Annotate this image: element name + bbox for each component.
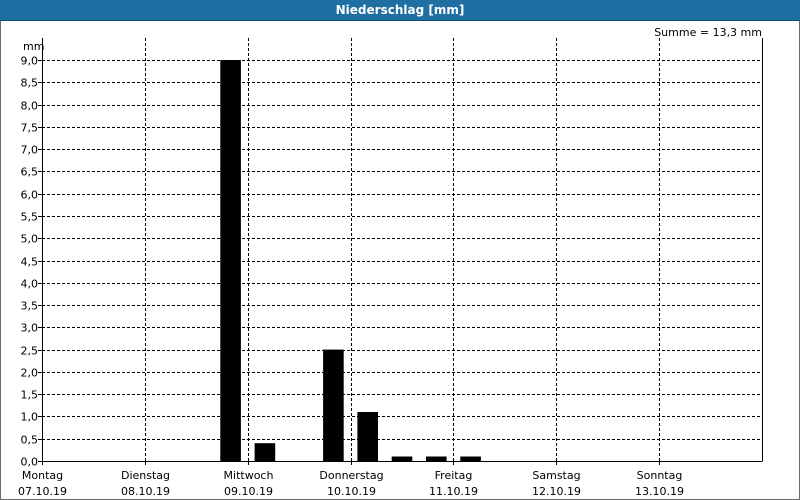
grid bbox=[42, 38, 762, 461]
bar bbox=[357, 412, 378, 461]
x-tick-label-date: 08.10.19 bbox=[121, 485, 170, 498]
y-tick-label: 5,0 bbox=[21, 233, 39, 246]
bar bbox=[323, 349, 344, 461]
axes: 0,0 0,5 1,0 1,5 2,0 2,5 3,0 3,5 4,0 4,5 5,0 5,5 6,0 6… bbox=[18, 38, 763, 498]
y-tick-label: 0,0 bbox=[21, 456, 39, 469]
y-axis-unit: mm bbox=[23, 40, 44, 53]
x-tick-label-date: 10.10.19 bbox=[327, 485, 376, 498]
y-tick-label: 1,0 bbox=[21, 411, 39, 424]
x-tick-label-day: Montag bbox=[22, 469, 63, 482]
y-tick-label: 6,0 bbox=[21, 189, 39, 202]
bar bbox=[426, 456, 447, 461]
y-tick-label: 2,0 bbox=[21, 367, 39, 380]
x-tick-label-day: Samstag bbox=[532, 469, 580, 482]
bar bbox=[460, 456, 481, 461]
y-tick-label: 8,0 bbox=[21, 100, 39, 113]
y-tick-label: 6,5 bbox=[21, 166, 39, 179]
y-tick-label: 7,5 bbox=[21, 122, 39, 135]
y-tick-label: 8,5 bbox=[21, 77, 39, 90]
x-tick-label-date: 07.10.19 bbox=[18, 485, 67, 498]
y-tick-label: 4,5 bbox=[21, 256, 39, 269]
bar bbox=[220, 60, 241, 461]
y-tick-label: 9,0 bbox=[21, 55, 39, 68]
y-tick-label: 4,0 bbox=[21, 278, 39, 291]
y-tick-label: 0,5 bbox=[21, 434, 39, 447]
y-tick-label: 2,5 bbox=[21, 345, 39, 358]
x-tick-label-day: Dienstag bbox=[121, 469, 170, 482]
y-tick-label: 3,5 bbox=[21, 300, 39, 313]
y-tick-label: 5,5 bbox=[21, 211, 39, 224]
y-tick-label: 1,5 bbox=[21, 389, 39, 402]
precipitation-chart: 0,0 0,5 1,0 1,5 2,0 2,5 3,0 3,5 4,0 4,5 5,0 5,5 6,0 6… bbox=[18, 26, 763, 498]
x-tick-label-day: Mittwoch bbox=[224, 469, 274, 482]
y-tick-label: 3,0 bbox=[21, 322, 39, 335]
x-tick-label-date: 12.10.19 bbox=[532, 485, 581, 498]
bar bbox=[254, 443, 276, 461]
x-tick-label-date: 13.10.19 bbox=[635, 485, 684, 498]
x-tick-label-date: 11.10.19 bbox=[429, 485, 478, 498]
x-tick-label-day: Freitag bbox=[435, 469, 473, 482]
bars bbox=[220, 60, 481, 461]
summary-label: Summe = 13,3 mm bbox=[654, 26, 762, 39]
bar bbox=[391, 456, 413, 461]
x-tick-label-day: Donnerstag bbox=[319, 469, 383, 482]
x-tick-label-day: Sonntag bbox=[637, 469, 683, 482]
y-tick-label: 7,0 bbox=[21, 144, 39, 157]
x-tick-label-date: 09.10.19 bbox=[224, 485, 273, 498]
